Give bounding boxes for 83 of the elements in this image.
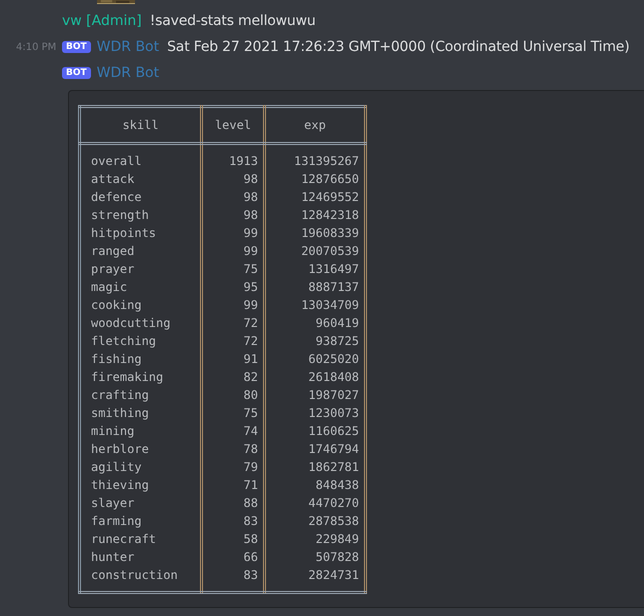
table-cell: 1987027 (264, 386, 366, 404)
table-cell: 848438 (264, 476, 366, 494)
table-cell: 12842318 (264, 206, 366, 224)
column-header: exp (264, 106, 366, 144)
table-cell: 2824731 (264, 566, 366, 592)
table-cell: 75 (202, 404, 264, 422)
table-cell: 20070539 (264, 242, 366, 260)
table-cell: 82 (202, 368, 264, 386)
table-cell: 83 (202, 512, 264, 530)
table-cell: firemaking (80, 368, 202, 386)
column-header: level (202, 106, 264, 144)
table-cell: hunter (80, 548, 202, 566)
table-cell: herblore (80, 440, 202, 458)
table-cell: defence (80, 188, 202, 206)
table-cell: magic (80, 278, 202, 296)
table-cell: 1230073 (264, 404, 366, 422)
table-cell: 91 (202, 350, 264, 368)
table-cell: 12469552 (264, 188, 366, 206)
table-cell: 19608339 (264, 224, 366, 242)
table-cell: 1862781 (264, 458, 366, 476)
table-cell: hitpoints (80, 224, 202, 242)
table-cell: fletching (80, 332, 202, 350)
author-name[interactable]: WDR Bot (96, 39, 160, 55)
table-cell: 88 (202, 494, 264, 512)
author-name[interactable]: vw [Admin] (62, 13, 142, 29)
bot-badge: BOT (62, 41, 91, 53)
table-cell: 8887137 (264, 278, 366, 296)
table-cell: 98 (202, 170, 264, 188)
table-cell: 98 (202, 206, 264, 224)
table-cell: 72 (202, 332, 264, 350)
table-cell: prayer (80, 260, 202, 278)
table-cell: agility (80, 458, 202, 476)
table-cell: construction (80, 566, 202, 592)
table-cell: 99 (202, 242, 264, 260)
table-cell: 1746794 (264, 440, 366, 458)
table-cell: 6025020 (264, 350, 366, 368)
table-cell: slayer (80, 494, 202, 512)
table-cell: cooking (80, 296, 202, 314)
bot-badge: BOT (62, 67, 91, 79)
column-header: skill (80, 106, 202, 144)
table-cell: 79 (202, 458, 264, 476)
table-cell: 1316497 (264, 260, 366, 278)
table-cell: 99 (202, 224, 264, 242)
table-cell: strength (80, 206, 202, 224)
table-cell: 98 (202, 188, 264, 206)
table-cell: 4470270 (264, 494, 366, 512)
table-cell: 12876650 (264, 170, 366, 188)
table-cell: 83 (202, 566, 264, 592)
table-cell: 75 (202, 260, 264, 278)
table-cell: 72 (202, 314, 264, 332)
table-cell: overall (80, 144, 202, 170)
table-cell: 1913 (202, 144, 264, 170)
table-cell: mining (80, 422, 202, 440)
table-cell: smithing (80, 404, 202, 422)
timestamp: 4:10 PM (16, 42, 56, 52)
table-cell: farming (80, 512, 202, 530)
table-cell: attack (80, 170, 202, 188)
table-cell: 13034709 (264, 296, 366, 314)
table-cell: 131395267 (264, 144, 366, 170)
table-cell: 58 (202, 530, 264, 548)
table-cell: 2618408 (264, 368, 366, 386)
table-cell: runecraft (80, 530, 202, 548)
message-text: Sat Feb 27 2021 17:26:23 GMT+0000 (Coordinated Universal Time) (167, 39, 630, 55)
author-name[interactable]: WDR Bot (96, 65, 160, 81)
table-cell: 2878538 (264, 512, 366, 530)
table-cell: 507828 (264, 548, 366, 566)
table-cell: 938725 (264, 332, 366, 350)
table-cell: 99 (202, 296, 264, 314)
table-cell: 78 (202, 440, 264, 458)
message-text: !saved-stats mellowuwu (150, 13, 316, 29)
table-cell: 229849 (264, 530, 366, 548)
table-cell: 71 (202, 476, 264, 494)
table-cell: 1160625 (264, 422, 366, 440)
table-cell: crafting (80, 386, 202, 404)
table-cell: 960419 (264, 314, 366, 332)
table-cell: thieving (80, 476, 202, 494)
table-cell: 80 (202, 386, 264, 404)
table-cell: 95 (202, 278, 264, 296)
table-cell: ranged (80, 242, 202, 260)
table-cell: fishing (80, 350, 202, 368)
table-cell: 66 (202, 548, 264, 566)
table-cell: 74 (202, 422, 264, 440)
table-cell: woodcutting (80, 314, 202, 332)
